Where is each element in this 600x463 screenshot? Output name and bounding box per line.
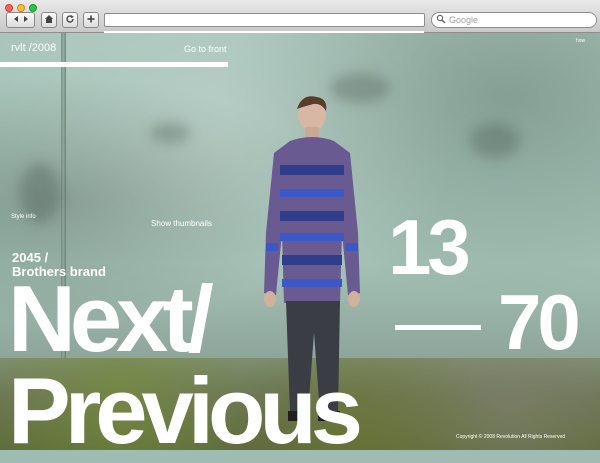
plus-icon	[86, 11, 96, 29]
wall-stain	[470, 123, 520, 158]
copyright-text: Copyright © 2008 Revolution All Rights R…	[456, 434, 566, 440]
magnifier-icon	[436, 14, 446, 26]
site-brand[interactable]: rvlt /2008	[11, 42, 56, 54]
browser-toolbar: Google	[0, 0, 600, 33]
header-bar	[0, 62, 228, 67]
previous-link[interactable]: Previous	[8, 364, 363, 458]
current-index: 13	[388, 203, 471, 291]
back-arrow-icon[interactable]	[11, 11, 21, 29]
total-count: 70	[498, 278, 581, 366]
add-bookmark-button[interactable]	[83, 12, 99, 28]
show-thumbnails-link[interactable]: Show thumbnails	[151, 219, 212, 228]
reload-button[interactable]	[62, 12, 78, 28]
back-forward-buttons[interactable]	[6, 12, 35, 28]
wall-stain	[150, 123, 190, 143]
item-code: 2045 /	[12, 250, 49, 265]
index-separator	[395, 325, 481, 330]
reload-icon	[65, 11, 75, 29]
address-bar[interactable]	[104, 13, 425, 27]
home-button[interactable]	[41, 12, 57, 28]
top-right-link[interactable]: how	[576, 38, 585, 44]
next-link[interactable]: Next/	[8, 272, 214, 366]
home-icon	[44, 11, 54, 29]
search-field[interactable]: Google	[431, 12, 597, 28]
style-info-link[interactable]: Style info	[11, 214, 36, 220]
go-to-front-link[interactable]: Go to front	[184, 44, 227, 54]
forward-arrow-icon[interactable]	[21, 11, 31, 29]
search-placeholder: Google	[449, 15, 479, 25]
